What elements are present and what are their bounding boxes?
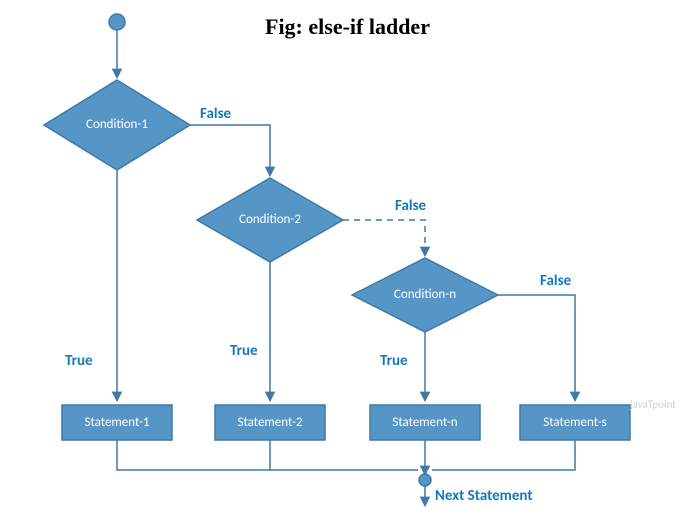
condition-n-label: Condition-n — [394, 287, 456, 302]
label-cond2-false: False — [395, 197, 427, 215]
start-node — [109, 14, 125, 30]
statement-s-label: Statement-s — [543, 415, 607, 430]
statement-n-label: Statement-n — [392, 415, 457, 430]
condition-1-label: Condition-1 — [86, 117, 148, 132]
label-condn-false: False — [540, 272, 572, 290]
next-statement-label: Next Statement — [435, 487, 533, 505]
label-cond1-true: True — [65, 352, 93, 370]
diagram-title: Fig: else-if ladder — [265, 14, 430, 39]
edge-stmt1-merge — [117, 440, 418, 470]
statement-2-label: Statement-2 — [237, 415, 302, 430]
label-condn-true: True — [380, 352, 408, 370]
edge-stmts-merge — [432, 440, 575, 470]
merge-junction — [419, 474, 431, 486]
edge-condn-false — [498, 295, 575, 400]
label-cond2-true: True — [230, 342, 258, 360]
condition-2-label: Condition-2 — [239, 212, 301, 227]
edge-cond2-false-dashed — [343, 220, 425, 255]
label-cond1-false: False — [200, 105, 232, 123]
statement-1-label: Statement-1 — [84, 415, 149, 430]
edge-cond1-false — [190, 125, 270, 175]
watermark: javaTpoint — [629, 398, 676, 411]
